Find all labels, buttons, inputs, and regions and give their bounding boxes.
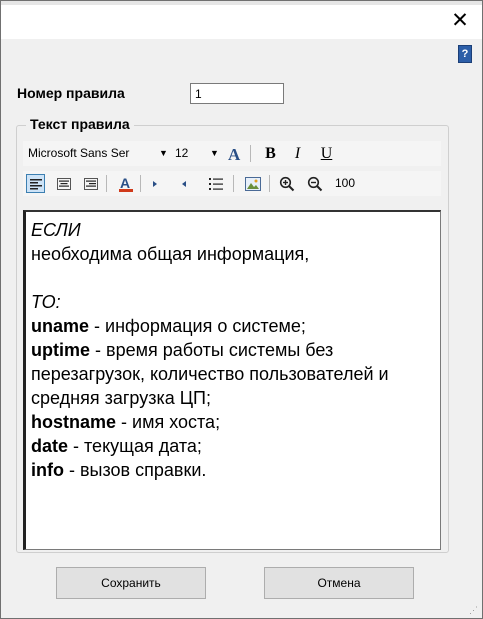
editor-line: uptime - время работы системы без [31, 338, 434, 362]
command-name: info [31, 460, 64, 480]
editor-line: info - вызов справки. [31, 458, 434, 482]
grow-font-button[interactable]: A [225, 144, 244, 163]
editor-line: ЕСЛИ [31, 218, 434, 242]
align-right-button[interactable] [81, 174, 100, 193]
line-text: - информация о системе; [89, 316, 306, 336]
outdent-icon [152, 180, 157, 187]
bold-button[interactable]: B [261, 144, 280, 163]
align-center-button[interactable] [54, 174, 73, 193]
command-name: hostname [31, 412, 117, 432]
font-color-button[interactable]: A [116, 174, 135, 193]
italic-button[interactable]: I [288, 144, 307, 163]
resize-grip-icon[interactable]: ⋰ [469, 605, 479, 615]
align-left-icon [29, 178, 42, 189]
indent-icon [181, 180, 186, 187]
editor-line: ТО: [31, 290, 434, 314]
align-right-icon [83, 177, 98, 190]
command-name: date [31, 436, 69, 456]
zoom-in-button[interactable] [277, 174, 296, 193]
paragraph-toolbar: A 100 [23, 171, 441, 196]
line-text: перезагрузок, количество пользователей и [31, 364, 389, 384]
bullet-list-icon [208, 177, 223, 190]
font-name-select[interactable]: Microsoft Sans Ser [28, 144, 156, 163]
image-icon [244, 176, 261, 191]
editor-line: hostname - имя хоста; [31, 410, 434, 434]
font-size-select[interactable]: 12 [175, 144, 197, 163]
editor-line: средняя загрузка ЦП; [31, 386, 434, 410]
command-name: uptime [31, 340, 91, 360]
rule-text-editor[interactable]: ЕСЛИ необходима общая информация, ТО: unam… [23, 210, 441, 550]
line-text: необходима общая информация, [31, 244, 310, 264]
svg-text:A: A [228, 145, 241, 163]
help-icon[interactable]: ? [458, 45, 472, 63]
line-text: ЕСЛИ [31, 220, 81, 240]
editor-line: uname - информация о системе; [31, 314, 434, 338]
indent-decrease-button[interactable] [145, 174, 164, 193]
line-text: - имя хоста; [116, 412, 221, 432]
align-left-button[interactable] [26, 174, 45, 193]
zoom-level[interactable]: 100 [335, 174, 355, 193]
bullet-list-button[interactable] [206, 174, 225, 193]
zoom-in-icon [279, 176, 294, 191]
zoom-out-icon [307, 176, 322, 191]
close-button[interactable]: ✕ [448, 9, 472, 33]
svg-text:A: A [120, 175, 130, 191]
save-button[interactable]: Сохранить [56, 567, 206, 599]
editor-line: перезагрузок, количество пользователей и [31, 362, 434, 386]
line-text: - текущая дата; [68, 436, 202, 456]
editor-line: необходима общая информация, [31, 242, 434, 266]
rule-number-input[interactable] [190, 83, 284, 104]
line-text: средняя загрузка ЦП; [31, 388, 211, 408]
chevron-down-icon[interactable]: ▼ [159, 144, 168, 163]
title-bar: ✕ [1, 5, 482, 39]
line-text: ТО: [31, 292, 61, 312]
rule-text-label: Текст правила [26, 116, 134, 132]
editor-line: date - текущая дата; [31, 434, 434, 458]
format-toolbar: Microsoft Sans Ser ▼ 12 ▼ A B I U [23, 141, 441, 166]
underline-button[interactable]: U [317, 144, 336, 163]
indent-increase-button[interactable] [174, 174, 193, 193]
grow-font-icon: A [228, 145, 241, 163]
align-center-icon [56, 177, 71, 190]
command-name: uname [31, 316, 90, 336]
zoom-out-button[interactable] [305, 174, 324, 193]
insert-image-button[interactable] [243, 174, 262, 193]
rule-number-label: Номер правила [17, 85, 125, 101]
cancel-button[interactable]: Отмена [264, 567, 414, 599]
rule-dialog-window: ✕ ? Номер правила Текст правила Microsof… [0, 0, 483, 619]
line-text: - время работы системы без [90, 340, 334, 360]
font-color-icon: A [118, 175, 133, 192]
line-text: - вызов справки. [64, 460, 207, 480]
chevron-down-icon[interactable]: ▼ [210, 144, 219, 163]
